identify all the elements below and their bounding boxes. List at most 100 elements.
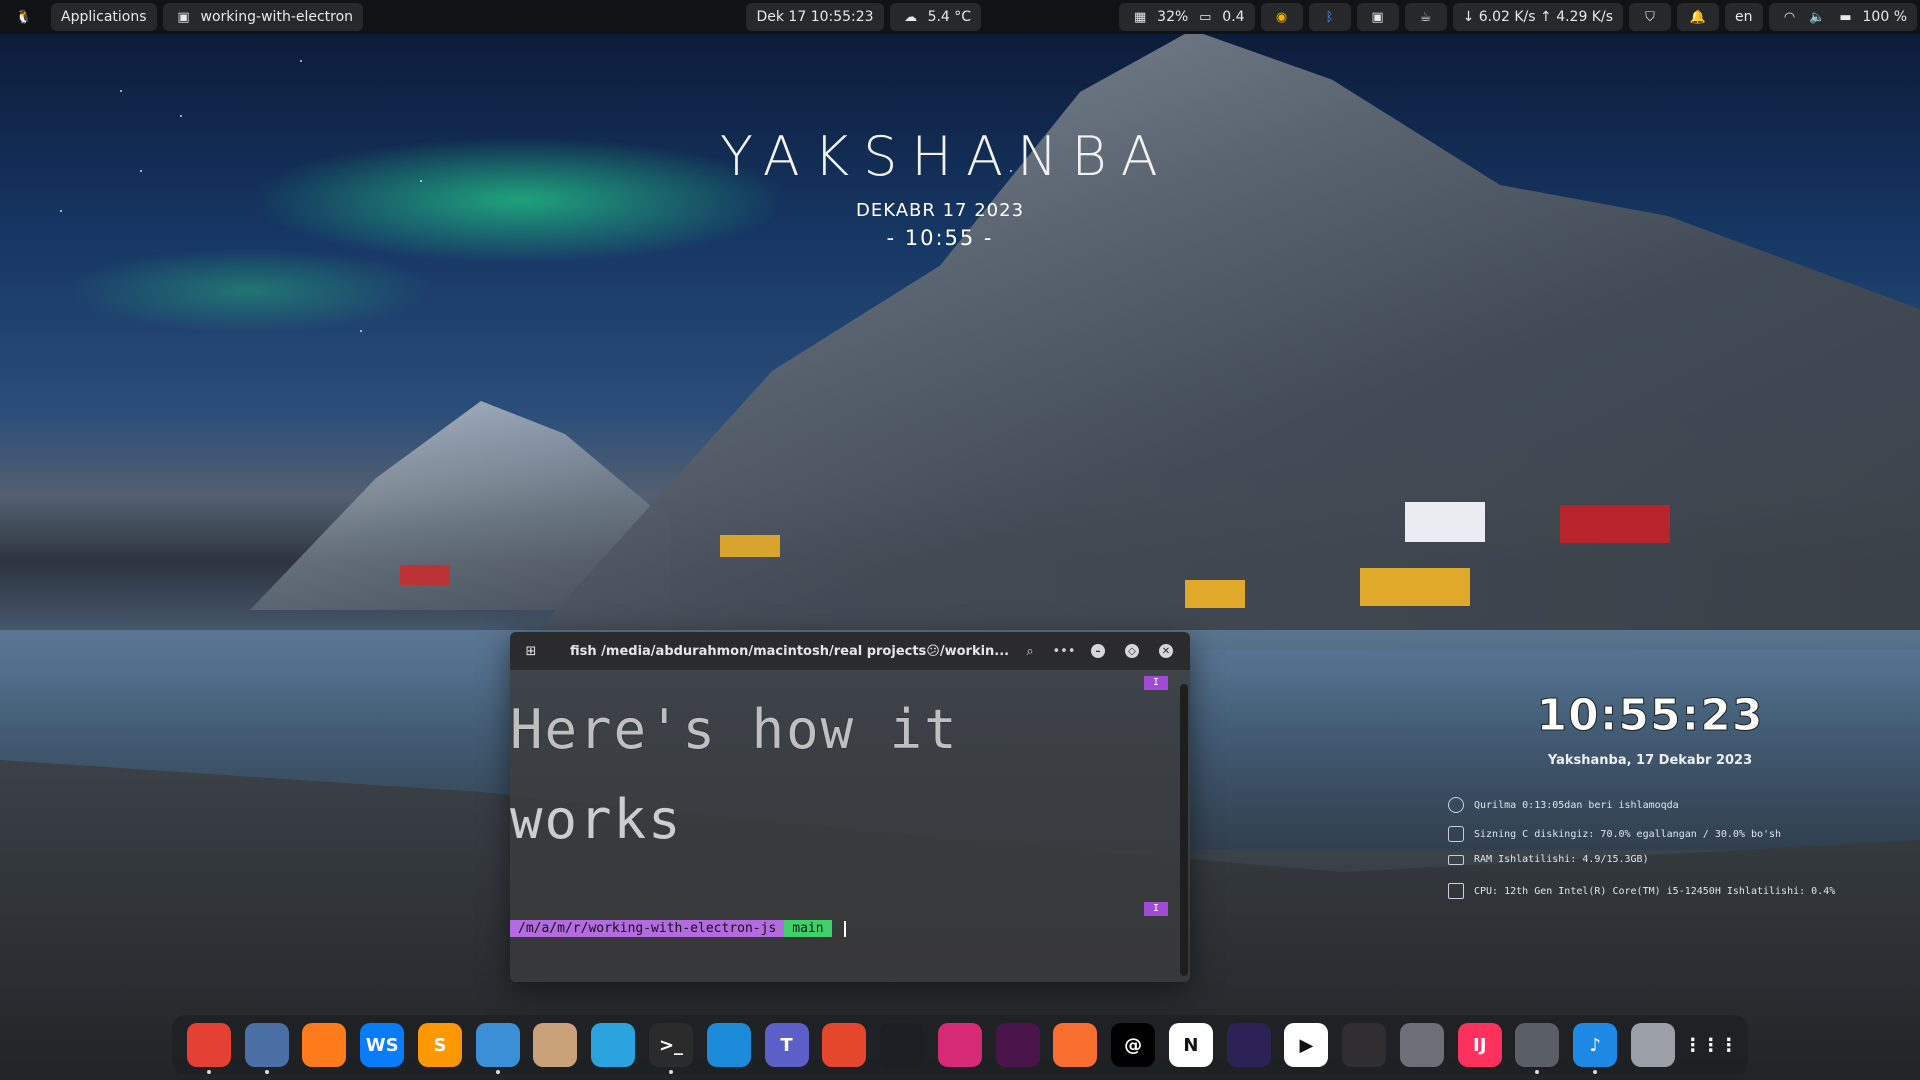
close-icon: ✕ [1159,644,1173,658]
language-label: en [1735,9,1753,25]
network-speed-button[interactable]: ↓ 6.02 K/s ↑ 4.29 K/s [1452,3,1624,31]
chip-icon [1448,883,1464,899]
star [420,180,422,182]
dock-item-chrome[interactable] [186,1023,231,1074]
music-icon: ♪ [1589,1034,1602,1056]
wallpaper-house [1185,580,1245,608]
datetime-label: Dek 17 10:55:23 [756,9,874,25]
notion-icon: N [1183,1034,1199,1056]
terminal-body[interactable]: I Here's how it works /m/a/m/r/working-w… [510,670,1190,982]
dock-item-app-grid[interactable]: ⋮⋮⋮ [1684,1023,1738,1067]
datetime-button[interactable]: Dek 17 10:55:23 [746,3,884,31]
wifi-icon: ◠ [1783,9,1796,25]
wallpaper-mountain [520,30,1920,650]
ascii-art-line: Here's how it [510,698,959,761]
dock-item-music[interactable]: ♪ [1573,1023,1618,1074]
language-button[interactable]: en [1725,3,1763,31]
chrome-icon: ◉ [1275,9,1288,25]
dock-item-notion[interactable]: N [1168,1023,1213,1067]
distro-menu-button[interactable]: 🐧 [3,3,45,31]
dock-item-telegram[interactable] [591,1023,636,1067]
caffeine-tray-button[interactable]: ☕ [1404,3,1447,31]
chrome-tray-button[interactable]: ◉ [1260,3,1303,31]
dock-item-files-sync[interactable] [244,1023,289,1074]
webstorm-icon: WS [365,1034,399,1056]
dock-item-trash[interactable] [1631,1023,1676,1067]
volume-icon: 🔈 [1809,9,1826,25]
bell-icon: 🔔 [1689,9,1707,25]
dock-item-postman-like[interactable] [822,1023,867,1067]
ascii-art-line: works [510,788,683,851]
terminal-window[interactable]: ⊞ fish /media/abdurahmon/macintosh/real … [510,632,1190,982]
system-monitor-button[interactable]: ▦ 32% ▭ 0.4 [1119,3,1255,31]
star [140,170,142,172]
threads-icon: @ [1124,1034,1143,1056]
wallpaper-house [1405,502,1485,542]
close-button[interactable]: ✕ [1152,637,1180,665]
system-menu-button[interactable]: ◠ 🔈 ▬ 100 % [1768,3,1917,31]
dock-item-media-player[interactable]: ▶ [1284,1023,1329,1067]
notification-tray-button[interactable]: 🔔 [1677,3,1720,31]
terminal-window-icon: ▣ [177,9,190,25]
star [300,60,302,62]
terminal-scrollbar[interactable] [1180,684,1188,976]
desktop-date: DEKABR 17 2023 [855,200,1025,221]
search-icon[interactable]: ⌕ [1016,637,1044,665]
menu-dots-icon[interactable]: ••• [1050,637,1078,665]
applications-label: Applications [61,9,147,25]
dock-item-obs[interactable] [1342,1023,1387,1067]
terminal-title: fish /media/abdurahmon/macintosh/real pr… [570,643,1010,659]
dock-item-intellij[interactable]: IJ [1457,1023,1502,1067]
network-speed-label: ↓ 6.02 K/s ↑ 4.29 K/s [1462,9,1614,25]
dock-item-archive-manager[interactable] [533,1023,578,1067]
dock-item-instagram[interactable] [937,1023,982,1067]
maximize-button[interactable]: ◇ [1118,637,1146,665]
dock-item-sublime[interactable]: S [417,1023,462,1067]
battery-icon: ▬ [1839,9,1852,25]
intellij-icon: IJ [1473,1034,1487,1056]
bluetooth-tray-button[interactable]: ᛒ [1308,3,1351,31]
dock-item-eclipse[interactable] [1226,1023,1271,1067]
mode-indicator: I [1144,676,1168,690]
shell-prompt[interactable]: /m/a/m/r/working-with-electron-js main [510,920,846,937]
terminal-header[interactable]: ⊞ fish /media/abdurahmon/macintosh/real … [510,632,1190,670]
wallpaper-house [720,535,780,557]
wallpaper-house [400,565,450,585]
minimize-icon: – [1091,644,1105,658]
camera-icon: ▣ [1371,9,1384,25]
cloud-icon: ☁ [904,9,918,25]
dock-item-threads[interactable]: @ [1111,1023,1156,1067]
linux-icon: 🐧 [15,9,33,25]
minimize-button[interactable]: – [1084,637,1112,665]
dock-item-settings[interactable] [1399,1023,1444,1067]
media-player-icon: ▶ [1299,1034,1314,1056]
dock-item-edge[interactable] [706,1023,751,1067]
disk-icon [1448,826,1464,842]
active-window-button[interactable]: ▣ working-with-electron [162,3,364,31]
desktop-day-name: YAKSHANBA [720,125,1172,188]
dock-item-terminal[interactable]: >_ [649,1023,693,1074]
battery-label: 100 % [1862,9,1907,25]
dock-item-figma-pen[interactable] [1053,1023,1098,1067]
widget-uptime-row: Qurilma 0:13:05dan beri ishlamoqda [1448,797,1679,813]
screenshot-tray-button[interactable]: ▣ [1356,3,1399,31]
dock-item-file-manager[interactable] [475,1023,520,1074]
dock-item-webstorm[interactable]: WS [360,1023,405,1067]
dock-item-firefox[interactable] [302,1023,347,1067]
dock-item-slack[interactable] [995,1023,1040,1067]
new-tab-icon[interactable]: ⊞ [520,640,542,662]
widget-clock: 10:55:23 [1536,690,1764,742]
dock-item-github[interactable] [880,1023,925,1067]
applications-menu-button[interactable]: Applications [51,3,157,31]
teams-icon: T [780,1034,793,1056]
weather-label: 5.4 °C [927,9,972,25]
prompt-branch: main [784,920,832,937]
dock-item-teams[interactable]: T [764,1023,809,1067]
cpu-icon: ▦ [1134,9,1147,25]
extension-tray-button[interactable]: ⛉ [1629,3,1672,31]
weather-button[interactable]: ☁ 5.4 °C [889,3,982,31]
widget-disk-row: Sizning C diskingiz: 70.0% egallangan / … [1448,826,1781,842]
dock-item-screenshot-tool[interactable] [1515,1023,1560,1074]
wallpaper-house [1360,568,1470,606]
star [120,90,122,92]
